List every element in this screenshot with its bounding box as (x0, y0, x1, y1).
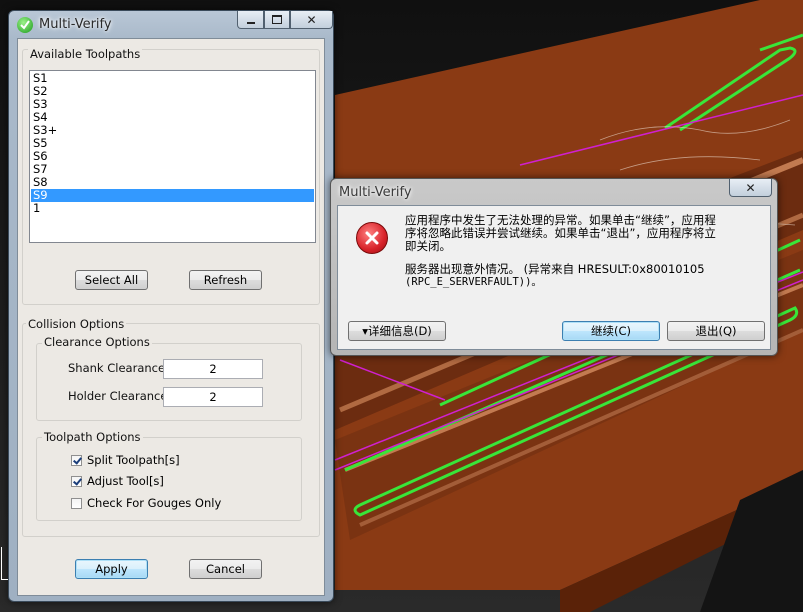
error-message-line-3: 即关闭。 (405, 239, 451, 253)
gouges-only-checkbox[interactable]: Check For Gouges Only (71, 496, 221, 510)
clearance-options-label: Clearance Options (42, 335, 152, 349)
quit-button[interactable]: 退出(Q) (667, 321, 765, 341)
error-title-bar[interactable]: Multi-Verify ✕ (331, 179, 777, 207)
gouges-only-label: Check For Gouges Only (87, 496, 222, 510)
shank-clearance-input[interactable]: 2 (163, 359, 263, 379)
shank-clearance-label: Shank Clearance (68, 361, 166, 375)
gouges-only-box[interactable] (71, 497, 82, 509)
minimize-icon (246, 21, 255, 24)
toolpath-list: S1 S2 S3 S4 S3+ S5 S6 S7 S8 S9 1 (31, 72, 314, 215)
toolpath-list-item[interactable]: S3 (31, 98, 314, 111)
error-dialog: Multi-Verify ✕ 应用程序中发生了无法处理的异常。如果单击“继续”，… (330, 178, 778, 356)
error-message-line-2: 序将忽略此错误并尝试继续。如果单击“退出”，应用程序将立 (405, 226, 716, 240)
error-icon (356, 222, 388, 254)
maximize-icon (272, 15, 282, 24)
toolpath-list-item[interactable]: S1 (31, 72, 314, 85)
adjust-tool-label: Adjust Tool[s] (87, 474, 164, 488)
resize-cursor-artifact (1, 547, 8, 580)
toolpath-list-item[interactable]: S6 (31, 150, 314, 163)
toolpath-list-item[interactable]: S5 (31, 137, 314, 150)
toolpath-list-item[interactable]: S3+ (31, 124, 314, 137)
error-client: 应用程序中发生了无法处理的异常。如果单击“继续”，应用程 序将忽略此错误并尝试继… (337, 205, 771, 350)
apply-button[interactable]: Apply (75, 559, 148, 579)
toolpath-list-item[interactable]: S9 (31, 189, 314, 202)
details-button[interactable]: ▾详细信息(D) (348, 321, 446, 341)
toolpath-list-item[interactable]: S7 (31, 163, 314, 176)
toolpath-listbox[interactable]: S1 S2 S3 S4 S3+ S5 S6 S7 S8 S9 1 (29, 70, 316, 243)
close-button[interactable]: ✕ (290, 11, 333, 29)
collision-options-label: Collision Options (26, 317, 127, 331)
error-detail-line-1: 服务器出现意外情况。 (异常来自 HRESULT:0x80010105 (405, 262, 705, 276)
split-toolpath-box[interactable] (71, 454, 82, 466)
check-icon (17, 17, 33, 33)
multi-verify-window: Multi-Verify ✕ Available Toolpaths S1 S2 S… (8, 10, 334, 602)
continue-button[interactable]: 继续(C) (562, 321, 660, 341)
toolpath-options-label: Toolpath Options (42, 430, 143, 444)
adjust-tool-box[interactable] (71, 475, 82, 487)
holder-clearance-label: Holder Clearance (68, 389, 168, 403)
refresh-button[interactable]: Refresh (189, 270, 262, 290)
window-title: Multi-Verify (39, 17, 112, 32)
minimize-button[interactable] (237, 11, 264, 29)
clearance-options-group (36, 343, 302, 421)
title-bar[interactable]: Multi-Verify ✕ (9, 11, 333, 39)
error-dialog-title: Multi-Verify (339, 185, 412, 200)
toolpath-list-item[interactable]: S8 (31, 176, 314, 189)
adjust-tool-checkbox[interactable]: Adjust Tool[s] (71, 474, 164, 488)
error-detail-line-2: (RPC_E_SERVERFAULT))。 (405, 276, 542, 288)
error-close-button[interactable]: ✕ (729, 179, 772, 197)
select-all-button[interactable]: Select All (75, 270, 148, 290)
split-toolpath-label: Split Toolpath[s] (87, 453, 180, 467)
toolpath-list-item[interactable]: S2 (31, 85, 314, 98)
holder-clearance-input[interactable]: 2 (163, 387, 263, 407)
close-icon: ✕ (745, 180, 756, 195)
toolpaths-group-label: Available Toolpaths (28, 47, 143, 61)
toolpath-list-item[interactable]: 1 (31, 202, 314, 215)
split-toolpath-checkbox[interactable]: Split Toolpath[s] (71, 453, 180, 467)
window-client: Available Toolpaths S1 S2 S3 S4 S3+ S5 S6 S7 S8 S… (17, 38, 325, 596)
cancel-button[interactable]: Cancel (189, 559, 262, 579)
close-icon: ✕ (306, 12, 317, 27)
toolpath-list-item[interactable]: S4 (31, 111, 314, 124)
maximize-button[interactable] (264, 11, 290, 29)
